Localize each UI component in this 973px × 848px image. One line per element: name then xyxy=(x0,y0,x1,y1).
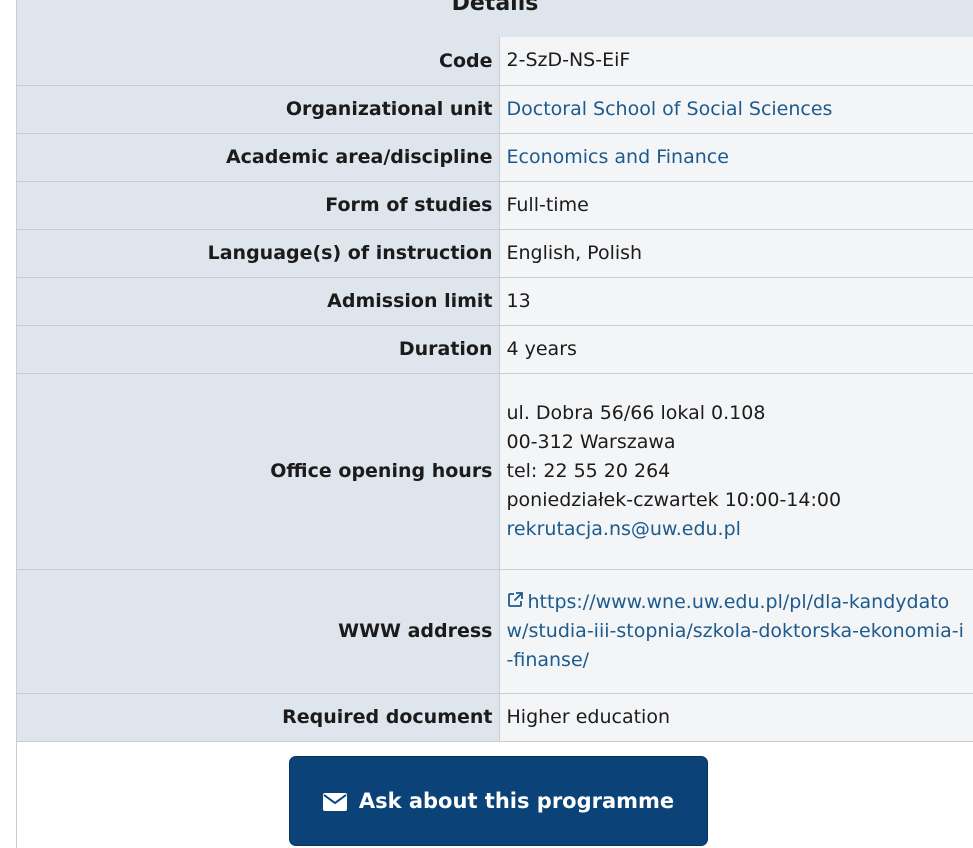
office-city: 00-312 Warszawa xyxy=(506,430,676,453)
table-row-form-of-studies: Form of studies Full-time xyxy=(17,181,973,230)
www-address-label: WWW address xyxy=(17,569,500,694)
external-link-icon xyxy=(507,588,524,617)
details-header: Details xyxy=(17,0,973,38)
office-email-link[interactable]: rekrutacja.ns@uw.edu.pl xyxy=(507,518,741,540)
required-document-value: Higher education xyxy=(499,693,973,742)
table-row-admission-limit: Admission limit 13 xyxy=(17,277,973,326)
office-phone: tel: 22 55 20 264 xyxy=(506,459,671,482)
table-row-organizational-unit: Organizational unit Doctoral School of S… xyxy=(17,85,973,134)
form-of-studies-label: Form of studies xyxy=(17,181,500,230)
academic-area-label: Academic area/discipline xyxy=(17,133,500,182)
table-row-www-address: WWW address https://www.wne.uw.edu.pl/pl… xyxy=(17,569,973,694)
organizational-unit-link[interactable]: Doctoral School of Social Sciences xyxy=(507,98,833,120)
academic-area-cell: Economics and Finance xyxy=(499,133,973,182)
academic-area-link[interactable]: Economics and Finance xyxy=(507,146,729,168)
table-row-languages: Language(s) of instruction English, Poli… xyxy=(17,229,973,278)
code-label: Code xyxy=(17,37,500,86)
duration-value: 4 years xyxy=(499,325,973,374)
admission-limit-value: 13 xyxy=(499,277,973,326)
www-address-link[interactable]: https://www.wne.uw.edu.pl/pl/dla-kandyda… xyxy=(507,591,964,671)
section-title: Details xyxy=(451,0,539,16)
office-hours-text: poniedziałek-czwartek 10:00-14:00 xyxy=(506,488,842,511)
form-of-studies-value: Full-time xyxy=(499,181,973,230)
languages-label: Language(s) of instruction xyxy=(17,229,500,278)
required-document-label: Required document xyxy=(17,693,500,742)
envelope-icon xyxy=(322,792,347,811)
table-row-academic-area: Academic area/discipline Economics and F… xyxy=(17,133,973,182)
table-row-duration: Duration 4 years xyxy=(17,325,973,374)
languages-value: English, Polish xyxy=(499,229,973,278)
details-footer: Ask about this programme xyxy=(17,749,973,848)
office-address: ul. Dobra 56/66 lokal 0.108 xyxy=(506,401,766,424)
details-table: Code 2-SzD-NS-EiF Organizational unit Do… xyxy=(17,37,973,742)
office-hours-label: Office opening hours xyxy=(17,373,500,570)
duration-label: Duration xyxy=(17,325,500,374)
table-row-code: Code 2-SzD-NS-EiF xyxy=(17,37,973,86)
table-row-required-document: Required document Higher education xyxy=(17,693,973,742)
admission-limit-label: Admission limit xyxy=(17,277,500,326)
details-panel: Details Code 2-SzD-NS-EiF Organizational… xyxy=(0,0,973,848)
ask-about-programme-button[interactable]: Ask about this programme xyxy=(289,756,708,846)
organizational-unit-label: Organizational unit xyxy=(17,85,500,134)
office-hours-cell: ul. Dobra 56/66 lokal 0.108 00-312 Warsz… xyxy=(499,373,973,570)
organizational-unit-cell: Doctoral School of Social Sciences xyxy=(499,85,973,134)
www-address-cell: https://www.wne.uw.edu.pl/pl/dla-kandyda… xyxy=(499,569,973,694)
ask-button-label: Ask about this programme xyxy=(358,789,675,813)
table-row-office-hours: Office opening hours ul. Dobra 56/66 lok… xyxy=(17,373,973,570)
code-value: 2-SzD-NS-EiF xyxy=(499,37,973,86)
